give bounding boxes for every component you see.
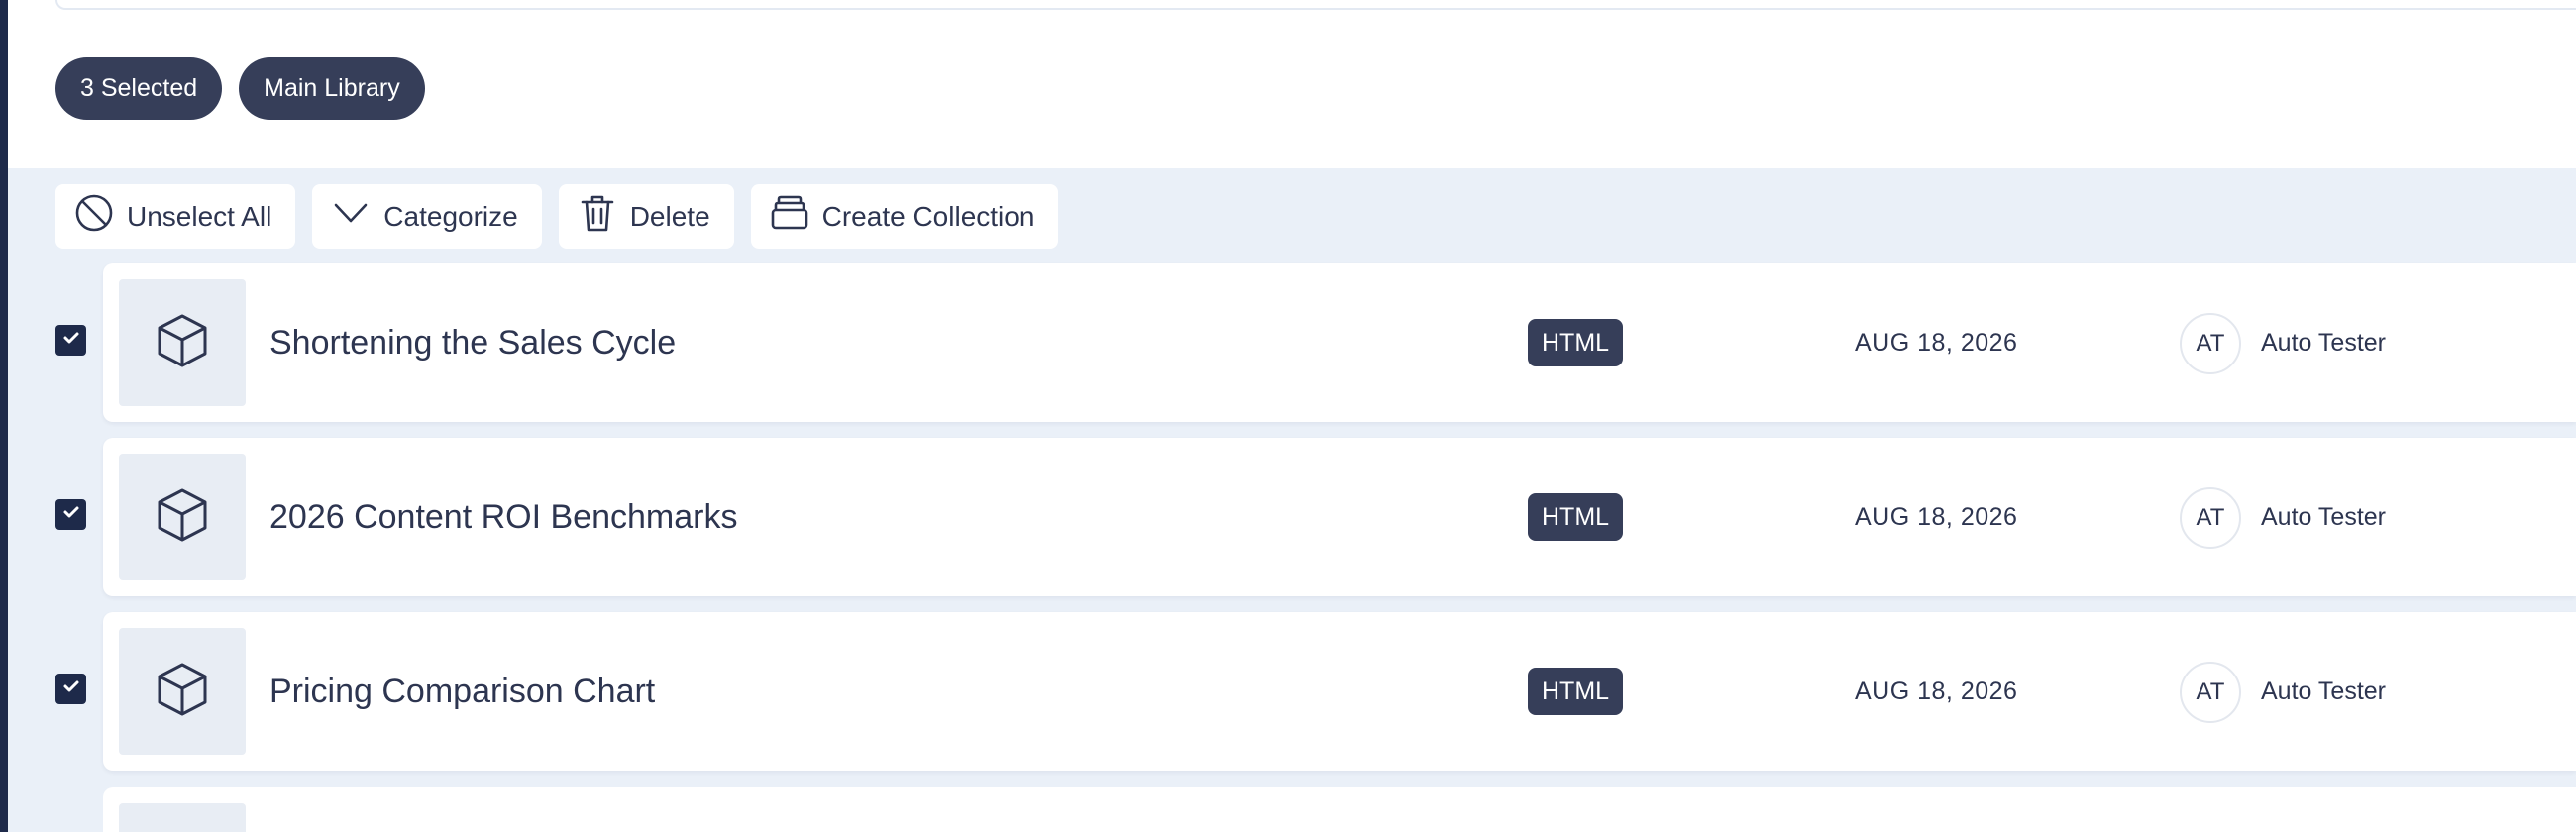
asset-date: AUG 18, 2026	[1855, 676, 2018, 705]
list-item-partial[interactable]	[103, 787, 2576, 832]
selection-summary: 3 Selected Main Library	[55, 57, 425, 120]
stack-icon	[769, 192, 810, 241]
cube-icon	[153, 485, 212, 550]
trash-icon	[577, 192, 618, 241]
delete-label: Delete	[629, 200, 710, 232]
owner-name: Auto Tester	[2261, 676, 2387, 705]
asset-card[interactable]: Shortening the Sales Cycle HTML AUG 18, …	[103, 263, 2576, 422]
chevron-down-icon	[330, 192, 372, 241]
delete-button[interactable]: Delete	[558, 184, 734, 249]
row-checkbox[interactable]	[55, 674, 86, 704]
ban-icon	[73, 192, 115, 241]
library-pill[interactable]: Main Library	[239, 57, 425, 120]
list-item: 2026 Content ROI Benchmarks HTML AUG 18,…	[0, 438, 2576, 596]
owner-name: Auto Tester	[2261, 328, 2387, 357]
bulk-actions-toolbar: Unselect All Categorize Delete Create Co…	[55, 184, 1059, 249]
asset-title[interactable]: 2026 Content ROI Benchmarks	[269, 438, 737, 596]
asset-title[interactable]: Pricing Comparison Chart	[269, 612, 655, 771]
asset-card[interactable]: 2026 Content ROI Benchmarks HTML AUG 18,…	[103, 438, 2576, 596]
check-icon	[60, 501, 82, 528]
list-item: Shortening the Sales Cycle HTML AUG 18, …	[0, 263, 2576, 422]
search-panel-edge	[55, 0, 2576, 10]
categorize-label: Categorize	[383, 200, 518, 232]
list-item: Pricing Comparison Chart HTML AUG 18, 20…	[0, 612, 2576, 771]
check-icon	[60, 676, 82, 702]
row-checkbox[interactable]	[55, 499, 86, 530]
asset-thumbnail	[119, 279, 246, 406]
unselect-all-button[interactable]: Unselect All	[55, 184, 296, 249]
type-badge: HTML	[1528, 319, 1624, 366]
asset-card[interactable]: Pricing Comparison Chart HTML AUG 18, 20…	[103, 612, 2576, 771]
selected-count-pill[interactable]: 3 Selected	[55, 57, 223, 120]
create-collection-label: Create Collection	[821, 200, 1035, 232]
avatar: AT	[2180, 487, 2241, 549]
asset-thumbnail	[119, 803, 246, 832]
type-badge: HTML	[1528, 668, 1624, 715]
asset-title[interactable]: Shortening the Sales Cycle	[269, 263, 676, 422]
type-badge: HTML	[1528, 493, 1624, 541]
row-checkbox[interactable]	[55, 325, 86, 356]
check-icon	[60, 327, 82, 354]
asset-date: AUG 18, 2026	[1855, 328, 2018, 357]
create-collection-button[interactable]: Create Collection	[750, 184, 1059, 249]
cube-icon	[153, 311, 212, 375]
categorize-button[interactable]: Categorize	[312, 184, 542, 249]
owner-name: Auto Tester	[2261, 502, 2387, 531]
unselect-all-label: Unselect All	[127, 200, 272, 232]
asset-thumbnail	[119, 454, 246, 580]
cube-icon	[153, 660, 212, 724]
asset-date: AUG 18, 2026	[1855, 502, 2018, 531]
avatar: AT	[2180, 313, 2241, 374]
asset-thumbnail	[119, 628, 246, 755]
avatar: AT	[2180, 662, 2241, 723]
